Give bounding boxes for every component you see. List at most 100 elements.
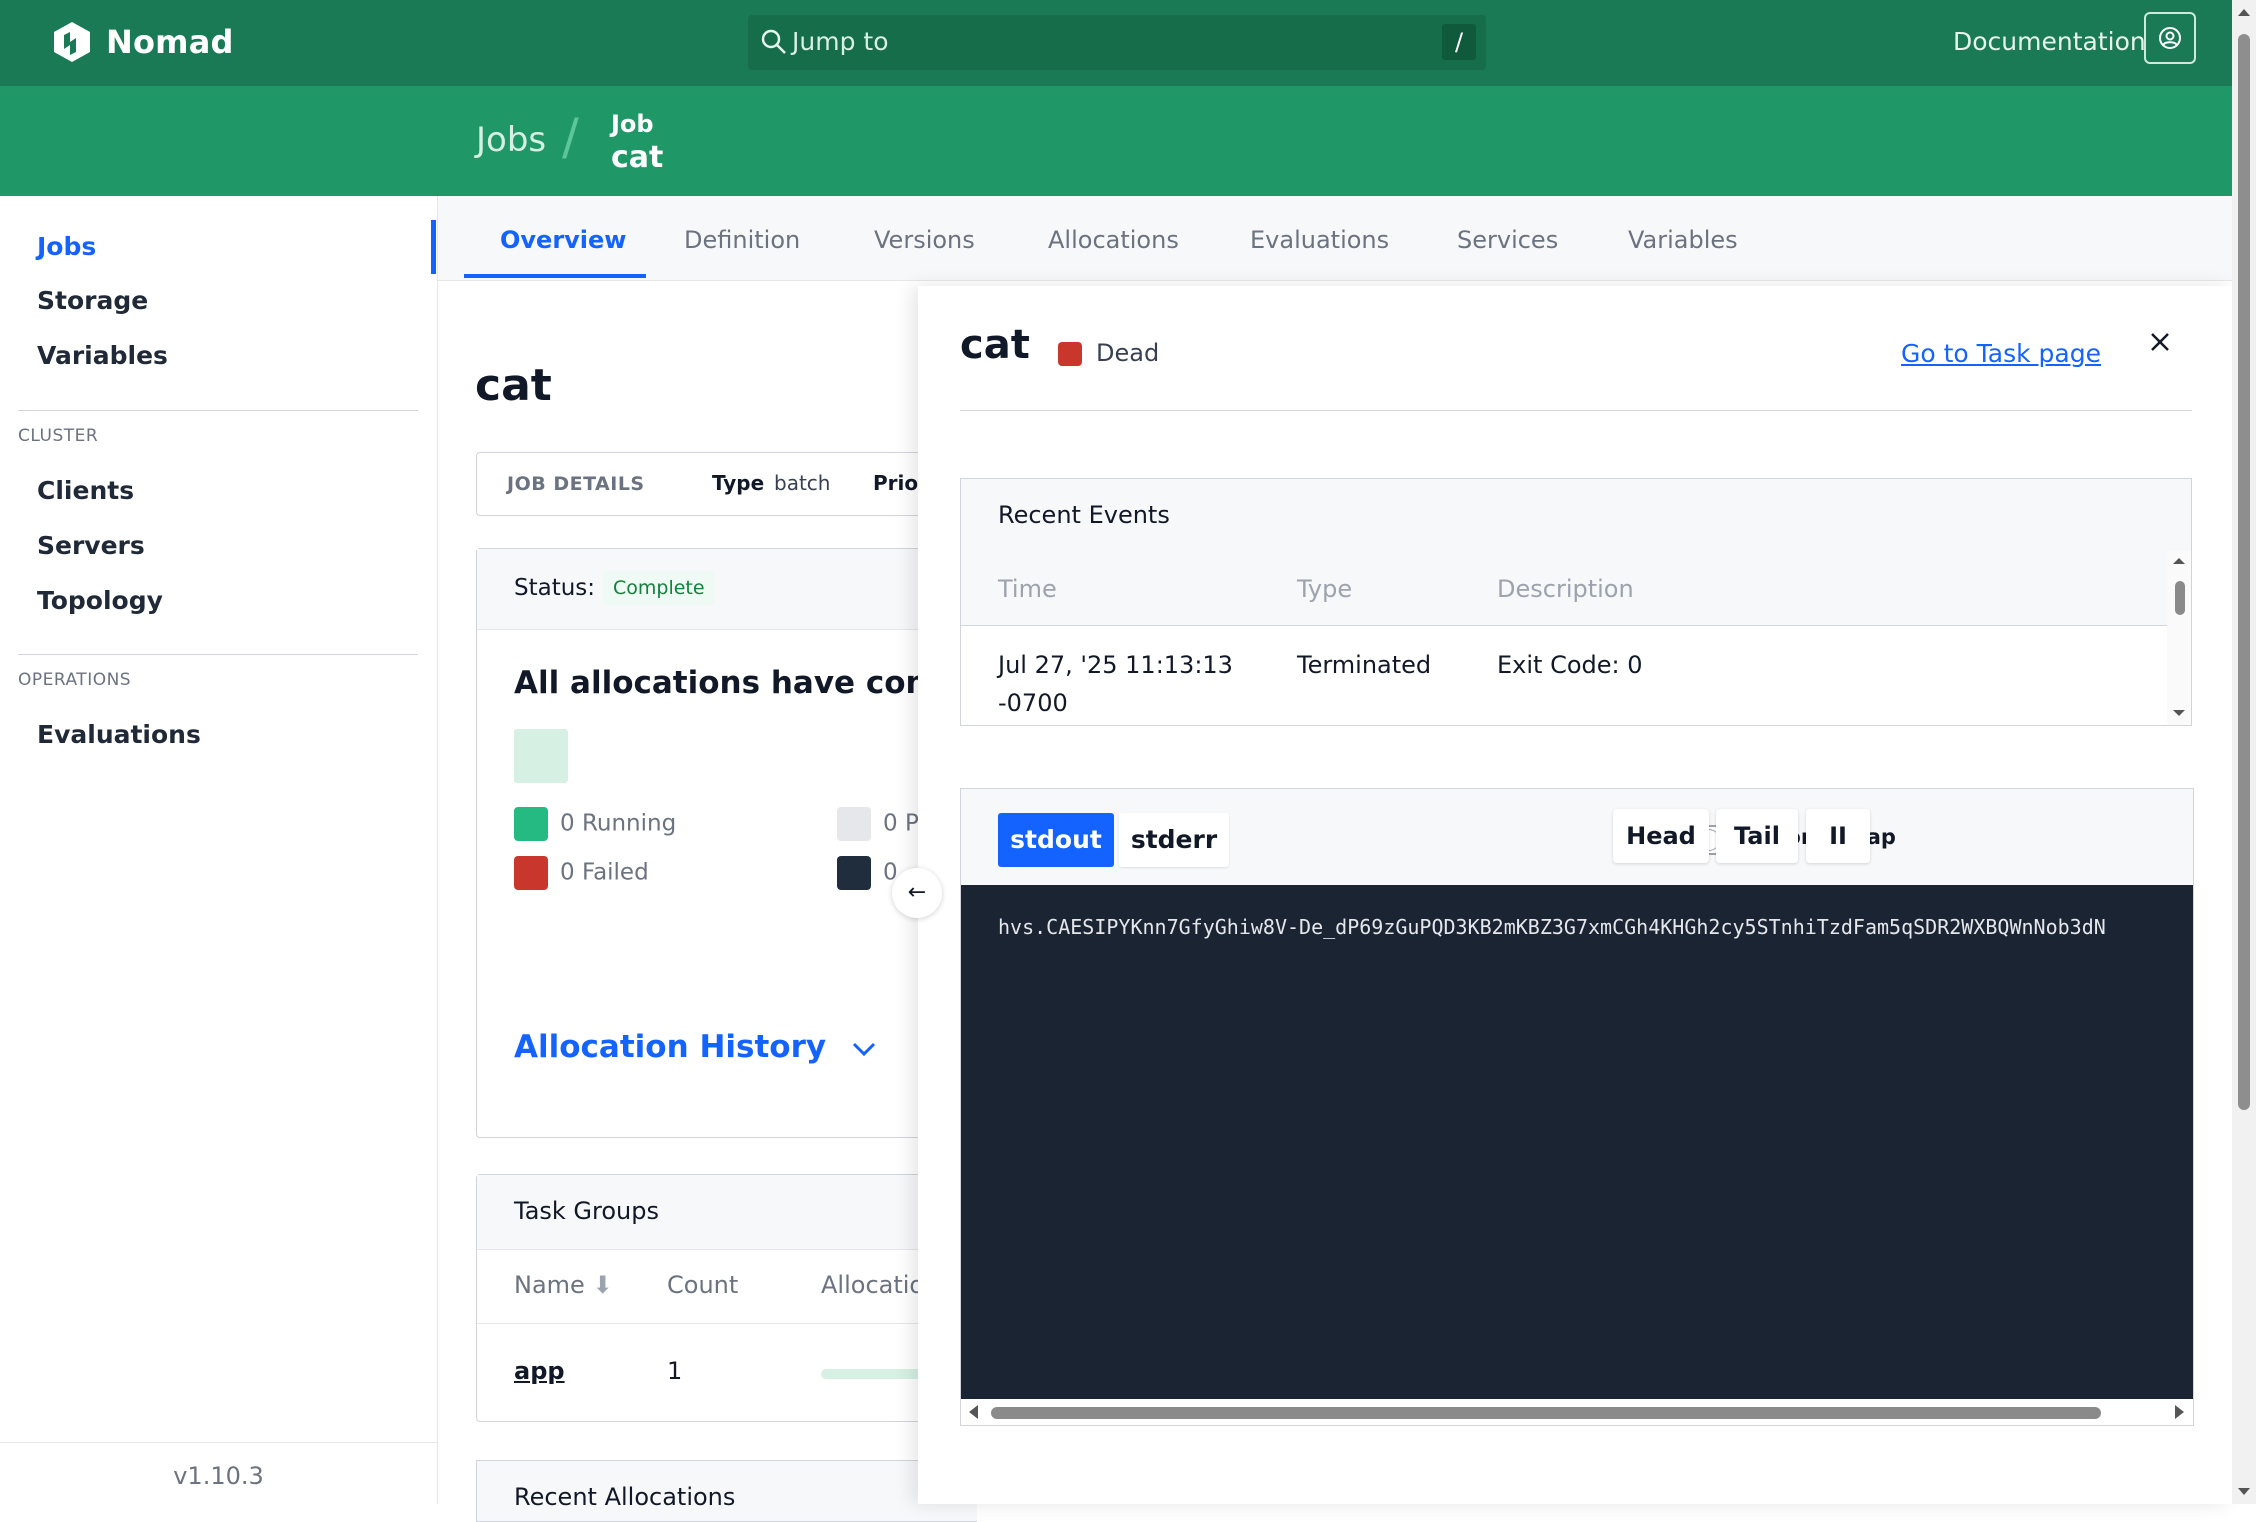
event-description: Exit Code: 0 (1497, 651, 1643, 679)
recent-allocations-card: Recent Allocations (476, 1460, 977, 1522)
sidebar-item-topology[interactable]: Topology (37, 586, 163, 615)
job-status-card: Status: Complete All allocations have co… (476, 548, 992, 1138)
job-type-key: Type (712, 471, 765, 495)
sidebar-item-storage[interactable]: Storage (37, 286, 148, 315)
tab-definition[interactable]: Definition (684, 226, 800, 254)
task-logs-card: stdout stderr Word Wrap Head Tail II hvs… (960, 788, 2194, 1426)
stderr-button[interactable]: stderr (1119, 813, 1229, 867)
breadcrumb-kind: Job (611, 110, 654, 138)
log-horizontal-scrollbar[interactable] (961, 1399, 2193, 1425)
tab-services[interactable]: Services (1457, 226, 1558, 254)
allocation-status-block (514, 729, 568, 783)
tab-versions[interactable]: Versions (874, 226, 975, 254)
profile-button[interactable] (2144, 12, 2196, 64)
scroll-left-arrow-icon[interactable] (969, 1405, 978, 1419)
legend-pending[interactable]: 0 P (837, 807, 919, 841)
scroll-up-arrow-icon[interactable] (2232, 4, 2256, 20)
head-button[interactable]: Head (1613, 809, 1709, 863)
stdout-button[interactable]: stdout (998, 813, 1114, 867)
events-scroll-thumb[interactable] (2175, 581, 2185, 615)
recent-events-title: Recent Events (998, 501, 1170, 529)
home-logo-link[interactable]: Nomad (50, 20, 234, 64)
go-to-task-page-link[interactable]: Go to Task page (1901, 339, 2101, 368)
allocation-history-toggle[interactable]: Allocation History (514, 1029, 877, 1065)
log-line: hvs.CAESIPYKnn7GfyGhiw8V-De_dP69zGuPQD3K… (998, 915, 2106, 939)
chevron-down-icon (852, 1042, 875, 1056)
sort-arrow-icon: ⬇ (592, 1271, 613, 1299)
user-icon (2159, 27, 2181, 49)
task-group-count: 1 (667, 1357, 683, 1385)
recent-events-card: Recent Events Time Type Description Jul … (960, 478, 2192, 726)
job-details-bar: JOB DETAILS Type batch Prior (476, 452, 977, 516)
job-details-label: JOB DETAILS (507, 473, 645, 495)
sidebar-item-evaluations[interactable]: Evaluations (37, 720, 201, 749)
legend-running-label: 0 Running (560, 810, 677, 837)
tail-button[interactable]: Tail (1716, 809, 1798, 863)
sidebar-item-variables[interactable]: Variables (37, 341, 168, 370)
tab-evaluations[interactable]: Evaluations (1250, 226, 1389, 254)
events-scrollbar[interactable] (2167, 551, 2191, 725)
task-group-link[interactable]: app (514, 1357, 565, 1385)
page-scrollbar[interactable] (2232, 0, 2256, 1504)
tab-allocations[interactable]: Allocations (1048, 226, 1179, 254)
pending-swatch (837, 807, 871, 841)
legend-lost[interactable]: 0 (837, 856, 898, 890)
task-groups-header: Task Groups (477, 1175, 977, 1250)
column-description: Description (1497, 575, 1634, 603)
legend-failed[interactable]: 0 Failed (514, 856, 649, 890)
scroll-right-arrow-icon[interactable] (2175, 1405, 2184, 1419)
column-count[interactable]: Count (667, 1271, 738, 1299)
status-header: Status: Complete (477, 549, 977, 630)
top-navbar: Nomad Jump to / Documentation (0, 0, 2232, 86)
column-allocations[interactable]: Allocatio (821, 1271, 924, 1299)
task-groups-card: Task Groups Name ⬇ Count Allocatio app 1 (476, 1174, 981, 1422)
sidebar-active-indicator (431, 220, 436, 274)
sidebar-item-jobs[interactable]: Jobs (37, 232, 96, 261)
event-time-offset: -0700 (998, 689, 1068, 717)
arrow-left-icon: ← (907, 880, 927, 905)
pause-button[interactable]: II (1806, 809, 1870, 863)
breadcrumb-separator: / (562, 108, 579, 166)
close-icon[interactable] (2144, 326, 2176, 358)
documentation-link[interactable]: Documentation (1953, 27, 2146, 56)
app-name: Nomad (106, 23, 234, 61)
legend-pending-label: 0 P (883, 810, 919, 837)
job-tabs: Overview Definition Versions Allocations… (438, 196, 2232, 281)
scroll-down-arrow-icon[interactable] (2167, 707, 2191, 721)
column-name[interactable]: Name ⬇ (514, 1271, 613, 1299)
legend-running[interactable]: 0 Running (514, 807, 676, 841)
panel-divider (960, 410, 2192, 411)
task-state: Dead (1096, 339, 1160, 367)
sidebar-item-servers[interactable]: Servers (37, 531, 145, 560)
task-groups-title: Task Groups (514, 1197, 659, 1225)
tab-variables[interactable]: Variables (1628, 226, 1738, 254)
sidebar-section-operations: OPERATIONS (18, 670, 132, 690)
page-scroll-thumb[interactable] (2238, 34, 2250, 1110)
event-type: Terminated (1297, 651, 1432, 679)
task-title: cat (960, 322, 1030, 368)
sidebar-item-clients[interactable]: Clients (37, 476, 134, 505)
table-divider (477, 1323, 977, 1324)
nomad-logo-icon (54, 22, 90, 62)
page-title: cat (475, 360, 552, 411)
search-placeholder: Jump to (792, 27, 889, 56)
event-time: Jul 27, '25 11:13:13 (998, 651, 1233, 679)
events-table-header: Time Type Description (961, 551, 2167, 626)
status-key: Status: (514, 575, 596, 601)
breadcrumb-jobs-link[interactable]: Jobs (476, 120, 546, 160)
recent-events-header: Recent Events (961, 479, 2191, 552)
version-label: v1.10.3 (173, 1462, 264, 1490)
scroll-up-arrow-icon[interactable] (2167, 553, 2191, 567)
legend-failed-label: 0 Failed (560, 859, 649, 886)
breadcrumb-job-name[interactable]: cat (611, 140, 663, 175)
allocation-history-label: Allocation History (514, 1029, 827, 1065)
scroll-down-arrow-icon[interactable] (2232, 1484, 2256, 1500)
recent-allocations-title: Recent Allocations (514, 1483, 736, 1511)
log-output[interactable]: hvs.CAESIPYKnn7GfyGhiw8V-De_dP69zGuPQD3K… (961, 885, 2193, 1399)
task-sidebar-panel: cat Dead Go to Task page Recent Events T… (918, 286, 2232, 1504)
log-scroll-thumb[interactable] (991, 1407, 2101, 1419)
tab-overview[interactable]: Overview (500, 226, 626, 254)
jump-to-search[interactable]: Jump to / (748, 15, 1486, 70)
collapse-panel-button[interactable]: ← (892, 868, 942, 918)
sidebar-footer-divider (0, 1442, 437, 1443)
